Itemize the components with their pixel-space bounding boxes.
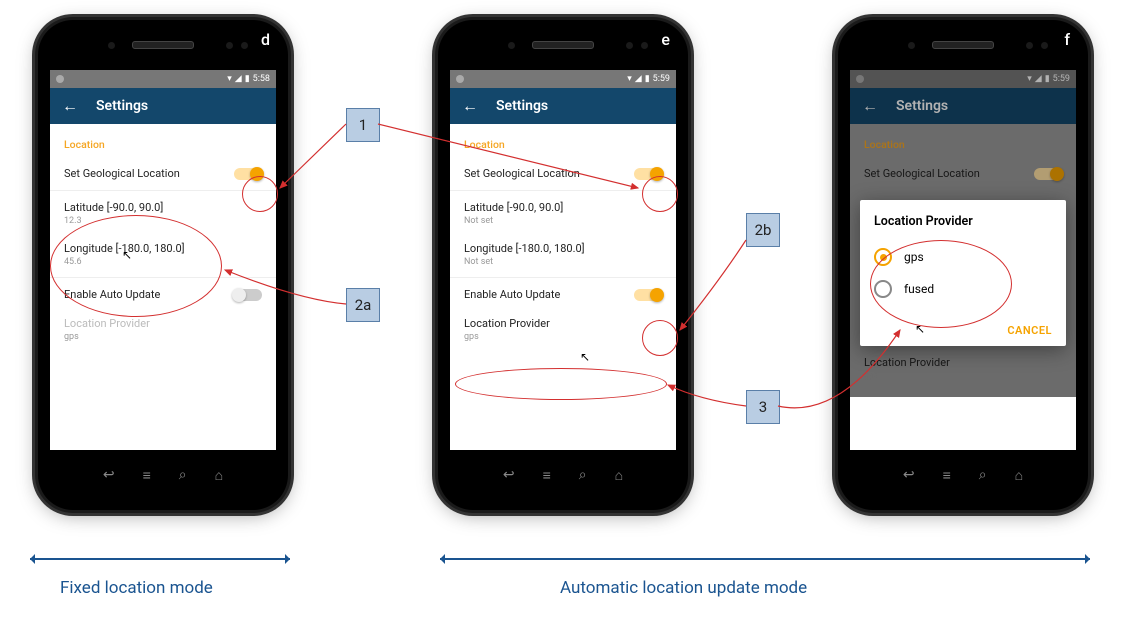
section-location: Location [864, 138, 1062, 151]
row-longitude[interactable]: Longitude [-180.0, 180.0] Not set [464, 234, 662, 275]
row-set-geo[interactable]: Set Geological Location [64, 159, 262, 188]
row-auto-update[interactable]: Enable Auto Update [64, 280, 262, 309]
badge-2b: 2b [746, 213, 780, 247]
phone-label-d: d [261, 30, 270, 49]
caption-auto: Automatic location update mode [560, 578, 807, 598]
wifi-icon: ▾ [227, 74, 232, 84]
row-provider[interactable]: Location Provider gps [464, 309, 662, 350]
back-nav-icon[interactable]: ↩ [503, 467, 515, 483]
back-icon[interactable]: ← [862, 96, 878, 116]
row-latitude[interactable]: Latitude [-90.0, 90.0] Not set [464, 193, 662, 234]
phone-label-f: f [1064, 30, 1070, 49]
phone-d: d ▾ ◢ ▮ 5:58 ← Settings Location [38, 20, 288, 510]
caption-fixed: Fixed location mode [60, 578, 213, 598]
menu-nav-icon[interactable]: ≡ [943, 467, 951, 484]
row-longitude[interactable]: Longitude [-180.0, 180.0] 45.6 [64, 234, 262, 275]
battery-icon: ▮ [645, 74, 650, 84]
app-title: Settings [896, 98, 948, 114]
range-arrow [440, 558, 1090, 560]
row-set-geo[interactable]: Set Geological Location [464, 159, 662, 188]
wifi-icon: ▾ [1027, 74, 1032, 84]
clock: 5:59 [1053, 74, 1070, 84]
row-set-geo: Set Geological Location [864, 159, 1062, 188]
app-title: Settings [496, 98, 548, 114]
dialog-title: Location Provider [874, 214, 1052, 229]
menu-nav-icon[interactable]: ≡ [143, 467, 151, 484]
toggle-set-geo [1034, 168, 1062, 180]
phone-e: e ▾ ◢ ▮ 5:59 ← Settings Location Set Geo… [438, 20, 688, 510]
nav-bar: ↩ ≡ ⌕ ⌂ [38, 450, 288, 500]
radio-icon[interactable] [874, 280, 892, 298]
radio-gps[interactable]: gps [874, 241, 1052, 273]
badge-1: 1 [346, 108, 380, 142]
back-nav-icon[interactable]: ↩ [903, 467, 915, 483]
radio-fused[interactable]: fused [874, 273, 1052, 305]
battery-icon: ▮ [245, 74, 250, 84]
badge-2a: 2a [346, 288, 380, 322]
range-arrow [30, 558, 290, 560]
app-title: Settings [96, 98, 148, 114]
screen: ▾ ◢ ▮ 5:58 ← Settings Location Set Geolo… [50, 70, 276, 450]
clock: 5:59 [653, 74, 670, 84]
row-latitude[interactable]: Latitude [-90.0, 90.0] 12.3 [64, 193, 262, 234]
row-auto-update[interactable]: Enable Auto Update [464, 280, 662, 309]
status-bar: ▾ ◢ ▮ 5:59 [850, 70, 1076, 88]
toggle-auto-update[interactable] [634, 289, 662, 301]
back-nav-icon[interactable]: ↩ [103, 467, 115, 483]
status-bar: ▾ ◢ ▮ 5:58 [50, 70, 276, 88]
menu-nav-icon[interactable]: ≡ [543, 467, 551, 484]
section-location: Location [464, 138, 662, 151]
signal-icon: ◢ [635, 74, 642, 84]
home-nav-icon[interactable]: ⌂ [215, 467, 223, 484]
toggle-set-geo[interactable] [234, 168, 262, 180]
status-bar: ▾ ◢ ▮ 5:59 [450, 70, 676, 88]
wifi-icon: ▾ [627, 74, 632, 84]
search-nav-icon[interactable]: ⌕ [579, 467, 587, 483]
phone-f: f ▾ ◢ ▮ 5:59 ← Settings Loc [838, 20, 1088, 510]
signal-icon: ◢ [235, 74, 242, 84]
search-nav-icon[interactable]: ⌕ [979, 467, 987, 483]
toggle-set-geo[interactable] [634, 168, 662, 180]
badge-3: 3 [746, 390, 780, 424]
battery-icon: ▮ [1045, 74, 1050, 84]
cancel-button[interactable]: CANCEL [1007, 324, 1052, 337]
signal-icon: ◢ [1035, 74, 1042, 84]
back-icon[interactable]: ← [462, 96, 478, 116]
clock: 5:58 [253, 74, 270, 84]
row-provider: Location Provider gps [864, 348, 1062, 389]
home-nav-icon[interactable]: ⌂ [1015, 467, 1023, 484]
toggle-auto-update[interactable] [234, 289, 262, 301]
dialog-location-provider: Location Provider gps fused CANCEL [860, 200, 1066, 346]
row-provider: Location Provider gps [64, 309, 262, 350]
app-bar: ← Settings [50, 88, 276, 124]
radio-icon[interactable] [874, 248, 892, 266]
home-nav-icon[interactable]: ⌂ [615, 467, 623, 484]
phone-label-e: e [661, 30, 670, 49]
phone-top [38, 20, 288, 70]
back-icon[interactable]: ← [62, 96, 78, 116]
section-location: Location [64, 138, 262, 151]
search-nav-icon[interactable]: ⌕ [179, 467, 187, 483]
